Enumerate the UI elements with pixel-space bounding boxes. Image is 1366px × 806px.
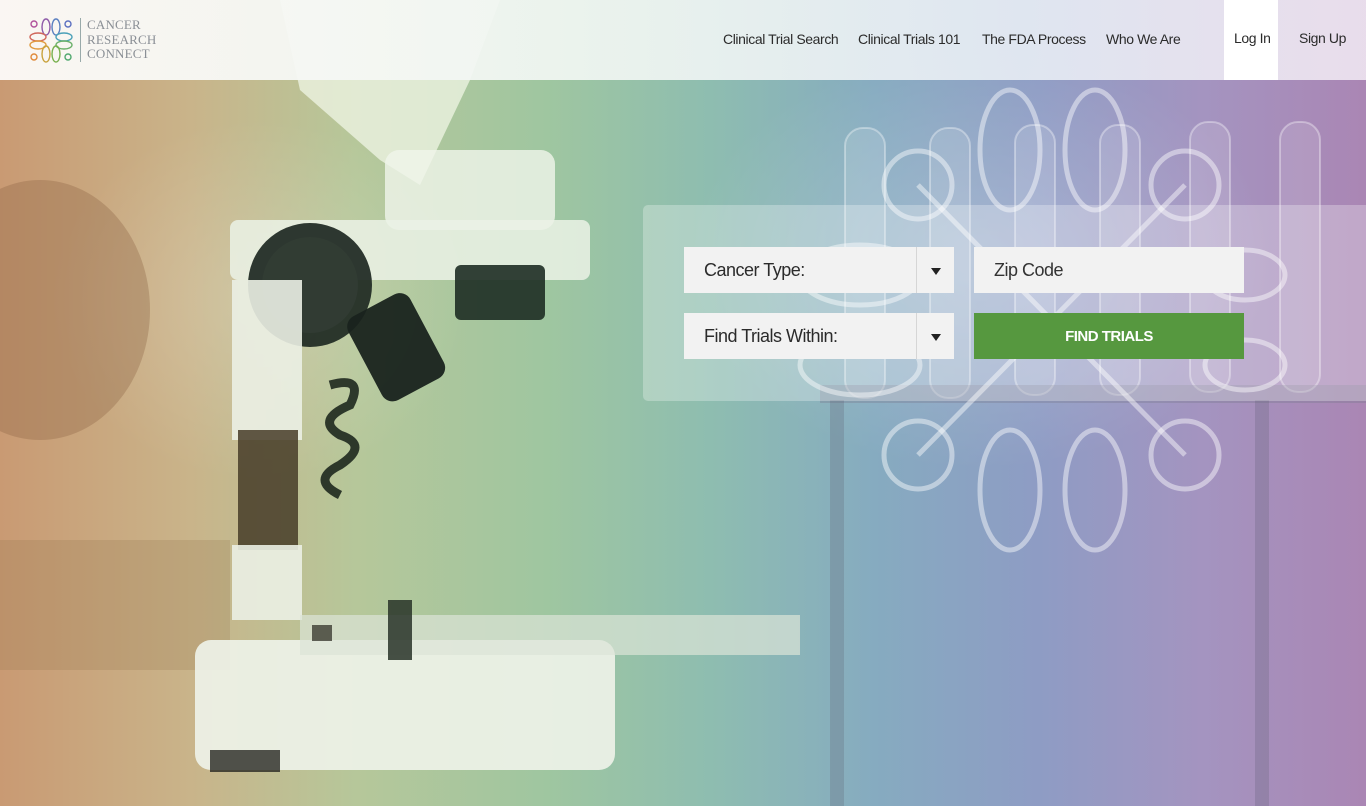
logo-divider [80, 18, 81, 62]
caret-down-icon [930, 267, 941, 275]
site-header: CANCER RESEARCH CONNECT Clinical Trial S… [0, 0, 1366, 80]
caret-down-icon [930, 333, 941, 341]
distance-select[interactable]: Find Trials Within: [684, 313, 954, 359]
nav-fda-process[interactable]: The FDA Process [982, 31, 1086, 47]
ribbon-knot-logo-icon [29, 18, 73, 63]
nav-who-we-are[interactable]: Who We Are [1106, 31, 1181, 47]
brand-logo[interactable]: CANCER RESEARCH CONNECT [26, 14, 166, 66]
cancer-type-select[interactable]: Cancer Type: [684, 247, 954, 293]
signup-link[interactable]: Sign Up [1299, 30, 1346, 46]
zip-code-input[interactable] [974, 247, 1244, 293]
find-trials-button[interactable]: FIND TRIALS [974, 313, 1244, 359]
login-link[interactable]: Log In [1234, 30, 1271, 46]
distance-dropdown-toggle[interactable] [916, 313, 954, 359]
nav-clinical-trials-101[interactable]: Clinical Trials 101 [858, 31, 961, 47]
brand-line-2: RESEARCH [87, 31, 157, 47]
brand-line-1: CANCER [87, 17, 141, 33]
brand-wordmark: CANCER RESEARCH CONNECT [87, 18, 157, 62]
brand-line-3: CONNECT [87, 46, 150, 62]
cancer-type-dropdown-toggle[interactable] [916, 247, 954, 293]
nav-clinical-trial-search[interactable]: Clinical Trial Search [723, 31, 839, 47]
cancer-type-label: Cancer Type: [704, 259, 805, 280]
lab-scene-illustration [0, 0, 1366, 806]
trial-search-panel [643, 205, 1366, 401]
hero-background [0, 0, 1366, 806]
distance-label: Find Trials Within: [704, 325, 838, 346]
